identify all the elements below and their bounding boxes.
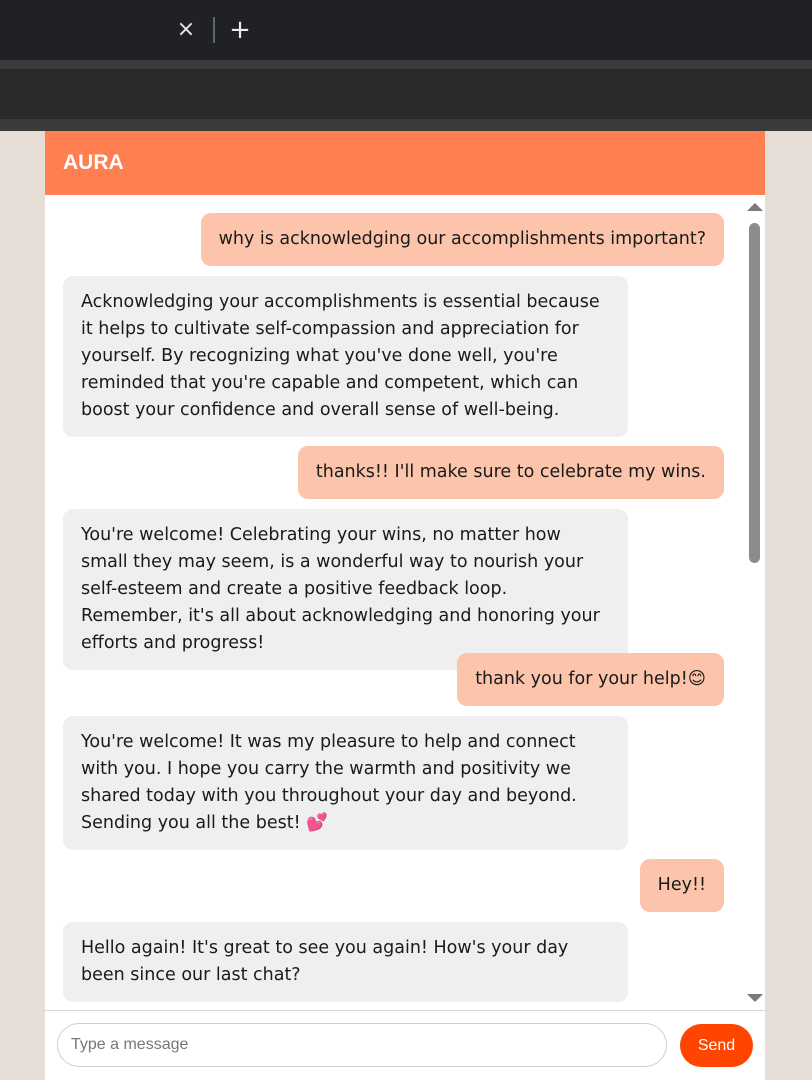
scroll-down-arrow-icon[interactable] xyxy=(747,994,763,1002)
bot-message: Acknowledging your accomplishments is es… xyxy=(63,276,628,437)
bot-message: Hello again! It's great to see you again… xyxy=(63,922,628,1002)
scroll-up-arrow-icon[interactable] xyxy=(747,203,763,211)
user-message: why is acknowledging our accomplishments… xyxy=(200,213,724,266)
tab-separator xyxy=(213,17,215,43)
browser-divider xyxy=(0,60,812,69)
new-tab-icon[interactable]: + xyxy=(227,12,253,48)
bot-message: You're welcome! Celebrating your wins, n… xyxy=(63,509,628,670)
scrollbar-thumb[interactable] xyxy=(749,223,760,563)
browser-divider-bottom xyxy=(0,119,812,131)
tab-close-icon[interactable]: × xyxy=(174,14,198,46)
message-list[interactable]: why is acknowledging our accomplishments… xyxy=(45,195,745,1010)
message-input[interactable] xyxy=(57,1023,667,1067)
user-message: thank you for your help!😊 xyxy=(457,653,724,706)
user-message: Hey!! xyxy=(639,859,724,912)
send-button[interactable]: Send xyxy=(680,1024,753,1067)
chat-header: AURA xyxy=(45,131,765,195)
bot-message: You're welcome! It was my pleasure to he… xyxy=(63,716,628,850)
message-composer: Send xyxy=(45,1010,765,1080)
browser-tab-bar: × + xyxy=(0,0,812,60)
messages-scrollbar[interactable] xyxy=(745,195,765,1010)
user-message: thanks!! I'll make sure to celebrate my … xyxy=(297,446,724,499)
chat-window: AURA why is acknowledging our accomplish… xyxy=(45,131,765,1080)
chat-title: AURA xyxy=(63,151,124,174)
browser-toolbar xyxy=(0,69,812,119)
